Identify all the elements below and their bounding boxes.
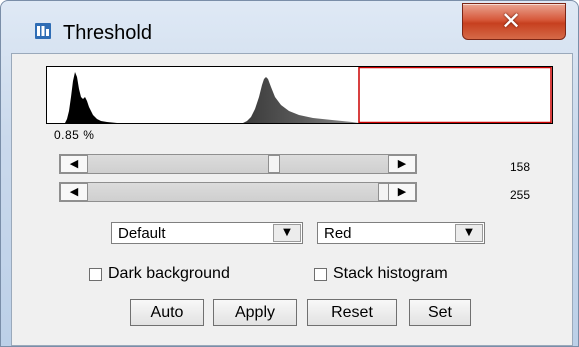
threshold-percent-label: 0.85 % — [54, 128, 95, 142]
imagej-app-icon — [35, 23, 51, 39]
scroll-left-arrow-icon[interactable]: ◀ — [60, 155, 88, 173]
display-mode-select[interactable]: Red ▼ — [317, 222, 485, 244]
lower-threshold-value: 158 — [510, 160, 531, 174]
checkbox-box[interactable] — [89, 268, 102, 281]
chevron-down-icon[interactable]: ▼ — [455, 224, 483, 242]
reset-button[interactable]: Reset — [307, 299, 397, 326]
lower-threshold-slider[interactable]: ◀ ▶ — [59, 154, 417, 174]
histogram — [46, 66, 553, 124]
scroll-right-arrow-icon[interactable]: ▶ — [388, 183, 416, 201]
window-title: Threshold — [63, 22, 152, 44]
set-button[interactable]: Set — [409, 299, 471, 326]
scroll-right-arrow-icon[interactable]: ▶ — [388, 155, 416, 173]
checkbox-box[interactable] — [314, 268, 327, 281]
dark-background-label: Dark background — [108, 265, 230, 282]
close-icon: ✕ — [501, 7, 522, 35]
apply-button[interactable]: Apply — [213, 299, 297, 326]
threshold-method-select[interactable]: Default ▼ — [111, 222, 303, 244]
close-button[interactable]: ✕ — [462, 3, 566, 40]
threshold-region — [358, 67, 552, 123]
chevron-down-icon[interactable]: ▼ — [273, 224, 301, 242]
slider-track[interactable] — [88, 183, 390, 201]
upper-threshold-value: 255 — [510, 188, 531, 202]
slider-track[interactable] — [88, 155, 390, 173]
scroll-left-arrow-icon[interactable]: ◀ — [60, 183, 88, 201]
display-mode-value: Red — [324, 225, 352, 242]
auto-button[interactable]: Auto — [130, 299, 204, 326]
upper-threshold-slider[interactable]: ◀ ▶ — [59, 182, 417, 202]
stack-histogram-label: Stack histogram — [333, 265, 448, 282]
title-bar[interactable]: Threshold ✕ — [1, 1, 578, 53]
slider-thumb[interactable] — [267, 155, 280, 173]
threshold-method-value: Default — [118, 225, 166, 242]
